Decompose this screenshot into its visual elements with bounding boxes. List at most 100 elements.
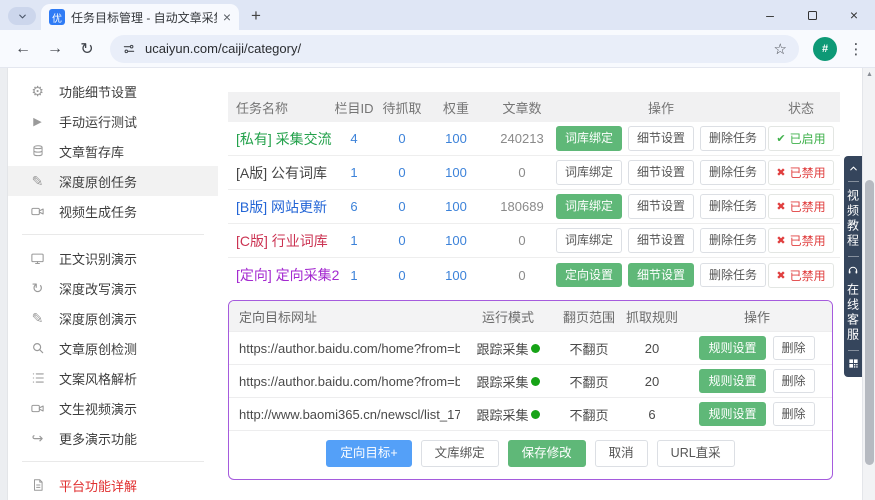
- close-button[interactable]: ×: [833, 0, 875, 30]
- url-direct-collect-button[interactable]: URL直采: [656, 440, 735, 467]
- run-mode: 跟踪采集: [476, 374, 529, 390]
- status-badge[interactable]: ✖ 已禁用: [768, 228, 834, 253]
- delete-task-button[interactable]: 删除任务: [700, 262, 767, 288]
- delete-button[interactable]: 删除: [772, 368, 815, 394]
- monitor-icon: [29, 251, 46, 266]
- profile-avatar[interactable]: #: [813, 36, 837, 61]
- pending-value[interactable]: 0: [376, 165, 428, 180]
- delete-task-button[interactable]: 删除任务: [700, 126, 767, 151]
- articles-count: 180689: [500, 199, 544, 214]
- target-row: https://author.baidu.com/home?from=bjh_.…: [229, 331, 832, 364]
- column-id-value[interactable]: 4: [332, 131, 376, 146]
- scrollbar-thumb[interactable]: [865, 180, 874, 465]
- sidebar-item-more-demos[interactable]: ↪ 更多演示功能: [8, 423, 218, 453]
- status-label: 已禁用: [789, 268, 826, 283]
- sidebar-item-video-task[interactable]: 视频生成任务: [8, 196, 218, 226]
- back-to-top-button[interactable]: [848, 163, 859, 174]
- pending-value[interactable]: 0: [376, 268, 428, 283]
- vertical-scrollbar[interactable]: ▲: [862, 68, 875, 500]
- new-tab-button[interactable]: +: [251, 6, 261, 26]
- bookmark-star-icon[interactable]: ☆: [774, 40, 787, 58]
- target-row: https://author.baidu.com/home?from=bjh_.…: [229, 364, 832, 397]
- headset-icon: [847, 264, 859, 276]
- run-mode: 跟踪采集: [476, 407, 529, 423]
- delete-button[interactable]: 删除: [772, 401, 815, 427]
- status-badge[interactable]: ✔ 已启用: [768, 126, 834, 151]
- save-changes-button[interactable]: 保存修改: [507, 440, 586, 467]
- online-service-link[interactable]: 在线客服: [845, 283, 862, 343]
- weight-value[interactable]: 100: [428, 131, 484, 146]
- delete-task-button[interactable]: 删除任务: [700, 228, 767, 253]
- browser-menu-icon[interactable]: ⋮: [845, 40, 867, 58]
- sidebar-item-article-store[interactable]: 文章暂存库: [8, 136, 218, 166]
- library-bind-button[interactable]: 文库绑定: [420, 440, 499, 467]
- thesaurus-bind-button[interactable]: 词库绑定: [555, 194, 622, 219]
- weight-value[interactable]: 100: [428, 165, 484, 180]
- forward-button[interactable]: →: [40, 34, 70, 64]
- sidebar-item-platform-guide[interactable]: 平台功能详解: [8, 470, 218, 500]
- rule-settings-button[interactable]: 规则设置: [699, 401, 766, 427]
- sidebar-item-label: 文章暂存库: [59, 144, 125, 160]
- column-id-value[interactable]: 1: [332, 233, 376, 248]
- video-tutorial-link[interactable]: 视频教程: [845, 189, 862, 249]
- detail-settings-button[interactable]: 细节设置: [628, 160, 695, 185]
- thesaurus-bind-button[interactable]: 词库绑定: [555, 228, 622, 253]
- status-badge[interactable]: ✖ 已禁用: [768, 194, 834, 219]
- paging-range: 不翻页: [569, 407, 609, 423]
- sidebar-item-original-demo[interactable]: ✎ 深度原创演示: [8, 303, 218, 333]
- task-name: [定向] 定向采集2: [236, 267, 340, 283]
- detail-settings-button[interactable]: 细节设置: [628, 194, 695, 219]
- detail-settings-button[interactable]: 细节设置: [628, 228, 695, 253]
- browser-tab[interactable]: 优 任务目标管理 - 自动文章采集器 ×: [41, 4, 239, 30]
- detail-settings-button[interactable]: 细节设置: [628, 126, 695, 151]
- status-badge[interactable]: ✖ 已禁用: [768, 262, 834, 288]
- thesaurus-bind-button[interactable]: 词库绑定: [555, 160, 622, 185]
- column-id-value[interactable]: 1: [332, 165, 376, 180]
- left-scrollbar[interactable]: [0, 68, 8, 500]
- sidebar-item-manual-run[interactable]: ▶ 手动运行测试: [8, 106, 218, 136]
- sidebar-item-originality-check[interactable]: 文章原创检测: [8, 333, 218, 363]
- column-id-value[interactable]: 6: [332, 199, 376, 214]
- tab-close-icon[interactable]: ×: [223, 10, 231, 24]
- sidebar-item-deep-original-task[interactable]: ✎ 深度原创任务: [8, 166, 218, 196]
- running-dot-icon: [530, 409, 540, 419]
- rule-settings-button[interactable]: 规则设置: [699, 368, 766, 394]
- articles-count: 0: [518, 165, 526, 180]
- thesaurus-bind-button[interactable]: 词库绑定: [555, 126, 622, 151]
- qr-code-icon[interactable]: [848, 358, 859, 369]
- rule-settings-button[interactable]: 规则设置: [699, 335, 766, 361]
- cross-icon: ✖: [776, 201, 786, 213]
- pending-value[interactable]: 0: [376, 131, 428, 146]
- sidebar-item-text-to-video-demo[interactable]: 文生视频演示: [8, 393, 218, 423]
- back-button[interactable]: ←: [8, 34, 38, 64]
- delete-button[interactable]: 删除: [772, 335, 815, 361]
- task-name: [C版] 行业词库: [236, 232, 328, 249]
- pending-value[interactable]: 0: [376, 199, 428, 214]
- status-badge[interactable]: ✖ 已禁用: [768, 160, 834, 185]
- column-id-value[interactable]: 1: [332, 268, 376, 283]
- delete-task-button[interactable]: 删除任务: [700, 194, 767, 219]
- minimize-button[interactable]: –: [749, 0, 791, 30]
- scrollbar-up-arrow[interactable]: ▲: [866, 71, 873, 78]
- delete-task-button[interactable]: 删除任务: [700, 160, 767, 185]
- sidebar-item-function-settings[interactable]: ⚙ 功能细节设置: [8, 76, 218, 106]
- detail-settings-button[interactable]: 细节设置: [628, 262, 695, 288]
- sidebar-item-style-analysis[interactable]: 文案风格解析: [8, 363, 218, 393]
- site-info-icon[interactable]: [122, 42, 136, 56]
- cancel-button[interactable]: 取消: [594, 440, 648, 467]
- weight-value[interactable]: 100: [428, 233, 484, 248]
- tab-search-button[interactable]: [8, 7, 36, 25]
- weight-value[interactable]: 100: [428, 268, 484, 283]
- pending-value[interactable]: 0: [376, 233, 428, 248]
- articles-count: 0: [518, 267, 526, 283]
- restore-button[interactable]: [791, 0, 833, 30]
- address-bar[interactable]: ucaiyun.com/caiji/category/ ☆: [110, 34, 799, 63]
- col-header-status: 状态: [787, 100, 814, 116]
- weight-value[interactable]: 100: [428, 199, 484, 214]
- directional-settings-button[interactable]: 定向设置: [555, 262, 622, 288]
- sidebar-item-rewrite-demo[interactable]: ↻ 深度改写演示: [8, 273, 218, 303]
- video-icon: [29, 204, 46, 219]
- add-target-button[interactable]: 定向目标+: [326, 440, 412, 467]
- reload-button[interactable]: ↻: [72, 34, 102, 64]
- sidebar-item-body-recognition-demo[interactable]: 正文识别演示: [8, 243, 218, 273]
